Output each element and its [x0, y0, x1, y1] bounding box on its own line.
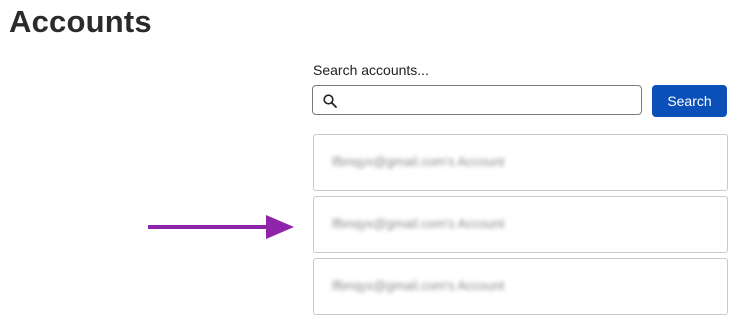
page-title: Accounts — [9, 4, 152, 39]
search-field[interactable] — [312, 85, 642, 115]
account-label: lfbnqyx@gmail.com's Account — [332, 216, 505, 231]
search-icon — [322, 93, 338, 109]
account-label: lfbnqyx@gmail.com's Account — [332, 278, 505, 293]
account-item[interactable]: lfbnqyx@gmail.com's Account — [313, 134, 728, 191]
search-button[interactable]: Search — [652, 85, 727, 117]
arrow-right-icon — [148, 215, 294, 239]
search-label: Search accounts... — [313, 62, 429, 78]
search-input[interactable] — [343, 89, 637, 113]
accounts-page: Accounts Search accounts... Search lfbnq… — [0, 0, 742, 328]
account-label: lfbnqyx@gmail.com's Account — [332, 154, 505, 169]
account-item[interactable]: lfbnqyx@gmail.com's Account — [313, 196, 728, 253]
account-item[interactable]: lfbnqyx@gmail.com's Account — [313, 258, 728, 315]
account-list: lfbnqyx@gmail.com's Account lfbnqyx@gmai… — [313, 134, 729, 320]
